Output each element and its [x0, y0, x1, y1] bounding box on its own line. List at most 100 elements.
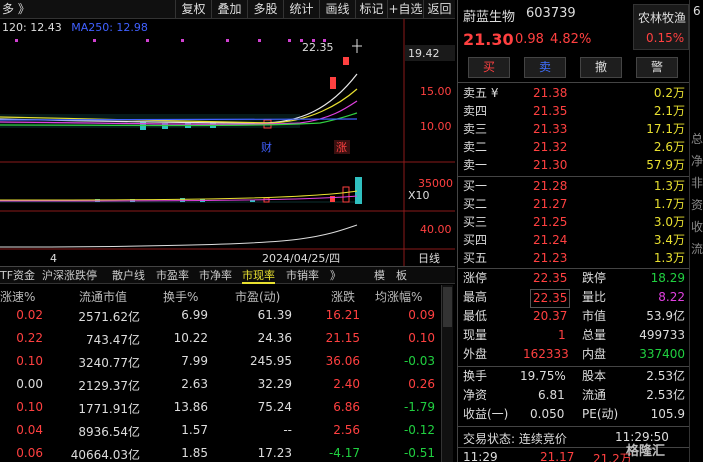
tab-template[interactable]: 模 [374, 267, 385, 284]
buy-order-4[interactable]: 买四 21.24 3.4万 [458, 232, 689, 249]
cell-cap: 743.47亿 [86, 333, 140, 347]
side-char: 非 [691, 176, 703, 190]
back-button[interactable]: 返回 [423, 0, 455, 19]
stats-button[interactable]: 统计 [283, 0, 319, 19]
price-pct: 4.82% [550, 32, 592, 47]
fuquan-button[interactable]: 复权 [175, 0, 211, 19]
cell-speed: 0.00 [16, 377, 43, 391]
time-axis-left: 4 [50, 252, 57, 265]
buy-order-2[interactable]: 买二 21.27 1.7万 [458, 196, 689, 213]
toolbar-left-label[interactable]: 多 》 [2, 0, 30, 19]
tab-pe[interactable]: 市盈率 [156, 267, 189, 284]
buy-order-1[interactable]: 买一 21.28 1.3万 [458, 178, 689, 195]
sell-order-2[interactable]: 卖二 21.32 2.6万 [458, 139, 689, 156]
buy-button[interactable]: 买 [468, 57, 510, 78]
current-price: 21.30 [463, 30, 514, 49]
stat-row: 净资 6.81 流通 2.53亿 [463, 388, 685, 402]
side-strip[interactable]: 6 总 净 非 资 收 流 [689, 0, 703, 462]
tab-tf-fund[interactable]: TF资金 [0, 267, 35, 284]
tab-pcf[interactable]: 市现率 [242, 267, 275, 284]
table-scrollbar[interactable] [441, 285, 453, 462]
table-row[interactable]: 0.02 2571.62亿 6.99 61.39 16.21 0.09 [0, 308, 440, 331]
overlay-button[interactable]: 叠加 [211, 0, 247, 19]
multi-stock-button[interactable]: 多股 [247, 0, 283, 19]
col-avg-pct[interactable]: 均涨幅% [375, 288, 422, 305]
side-char: 净 [691, 154, 703, 168]
cell-cap: 2571.62亿 [78, 310, 140, 324]
cell-cap: 3240.77亿 [78, 356, 140, 370]
table-row[interactable]: 0.10 1771.91亿 13.86 75.24 6.86 -1.79 [0, 400, 440, 423]
cell-avg: -1.79 [403, 400, 435, 414]
scrollbar-thumb[interactable] [443, 287, 452, 327]
col-change[interactable]: 涨跌 [331, 288, 355, 305]
table-row[interactable]: 0.06 40664.03亿 1.85 17.23 -4.17 -0.51 [0, 446, 440, 462]
cancel-order-button[interactable]: 撤 [580, 57, 622, 78]
app-window: 多 》 复权 叠加 多股 统计 画线 标记 +自选 返回 120: 12.43 … [0, 0, 703, 462]
indicator-tabs: TF资金 沪深涨跌停 散户线 市盈率 市净率 市现率 市销率 》 模 板 [0, 266, 455, 284]
cell-turnover: 1.57 [181, 423, 208, 437]
cell-speed: 0.10 [16, 400, 43, 414]
cell-change: 16.21 [325, 308, 360, 322]
col-turnover[interactable]: 换手% [163, 288, 198, 305]
side-char: 总 [691, 132, 703, 146]
zhangting-marker[interactable]: 涨 [336, 141, 347, 154]
price-tick-1: 19.42 [408, 47, 440, 60]
table-row[interactable]: 0.22 743.47亿 10.22 24.36 21.15 0.10 [0, 331, 440, 354]
cell-turnover: 10.22 [173, 331, 208, 345]
cell-turnover: 13.86 [173, 400, 208, 414]
col-speed[interactable]: 涨速% [0, 288, 35, 305]
quote-panel: 蔚蓝生物 603739 农林牧渔 0.15% 21.30 0.98 4.82% … [457, 0, 689, 462]
table-row[interactable]: 0.04 8936.54亿 1.57 -- 2.56 -0.12 [0, 423, 440, 446]
cell-pe: 32.29 [257, 377, 292, 391]
tab-limit-up-down[interactable]: 沪深涨跌停 [42, 267, 97, 284]
cell-speed: 0.06 [16, 446, 43, 460]
buy-order-5[interactable]: 买五 21.23 1.3万 [458, 250, 689, 267]
cell-avg: 0.10 [408, 331, 435, 345]
tab-board[interactable]: 板 [396, 267, 407, 284]
tab-pb[interactable]: 市净率 [199, 267, 232, 284]
tab-ps[interactable]: 市销率 [286, 267, 319, 284]
caibao-marker[interactable]: 财 [261, 140, 272, 154]
indicator-line [0, 224, 358, 248]
stat-row: 外盘 162333 内盘 337400 [463, 347, 685, 361]
period-label[interactable]: 日线 [418, 251, 440, 265]
volume-bars [0, 177, 362, 204]
cell-pe: -- [283, 423, 292, 437]
add-watchlist-button[interactable]: +自选 [387, 0, 423, 19]
cell-turnover: 6.99 [181, 308, 208, 322]
sell-button[interactable]: 卖 [524, 57, 566, 78]
mark-button[interactable]: 标记 [355, 0, 387, 19]
stock-code: 603739 [526, 6, 576, 21]
cell-change: 6.86 [333, 400, 360, 414]
sell-order-4[interactable]: 卖四 21.35 2.1万 [458, 103, 689, 120]
tick-time: 11:29 [463, 450, 498, 462]
cell-change: 2.40 [333, 377, 360, 391]
sell-order-1[interactable]: 卖一 21.30 57.9万 [458, 157, 689, 174]
cell-speed: 0.22 [16, 331, 43, 345]
price-tick-3: 10.00 [420, 120, 452, 133]
table-header: 涨速% 流通市值 换手% 市盈(动) 涨跌 均涨幅% [0, 285, 440, 307]
industry-box[interactable]: 农林牧渔 0.15% [633, 4, 689, 50]
cell-avg: -0.03 [403, 354, 435, 368]
sell-order-3[interactable]: 卖三 21.33 17.1万 [458, 121, 689, 138]
stat-row: 现量 1 总量 499733 [463, 328, 685, 342]
signal-dots [15, 39, 326, 42]
side-char: 6 [693, 4, 701, 18]
price-tick-2: 15.00 [420, 85, 452, 98]
draw-line-button[interactable]: 画线 [319, 0, 355, 19]
tab-more-arrow[interactable]: 》 [330, 267, 341, 284]
side-char: 收 [691, 220, 703, 234]
col-pe-dyn[interactable]: 市盈(动) [235, 288, 280, 305]
kline-chart[interactable]: 22.35 19.42 15.00 10.00 财 涨 35000 X10 40… [0, 19, 455, 266]
col-float-cap[interactable]: 流通市值 [79, 288, 127, 305]
sell-order-5[interactable]: 卖五 ¥21.38 0.2万 [458, 85, 689, 102]
cell-pe: 61.39 [257, 308, 292, 322]
tab-retail-line[interactable]: 散户线 [112, 267, 145, 284]
stat-row: 最高 22.35 量比 8.22 [458, 289, 689, 308]
buy-order-3[interactable]: 买三 21.25 3.0万 [458, 214, 689, 231]
table-row[interactable]: 0.10 3240.77亿 7.99 245.95 36.06 -0.03 [0, 354, 440, 377]
table-row[interactable]: 0.00 2129.37亿 2.63 32.29 2.40 0.26 [0, 377, 440, 400]
high-price-label: 22.35 [302, 41, 334, 54]
cell-speed: 0.02 [16, 308, 43, 322]
alert-button[interactable]: 警 [636, 57, 678, 78]
